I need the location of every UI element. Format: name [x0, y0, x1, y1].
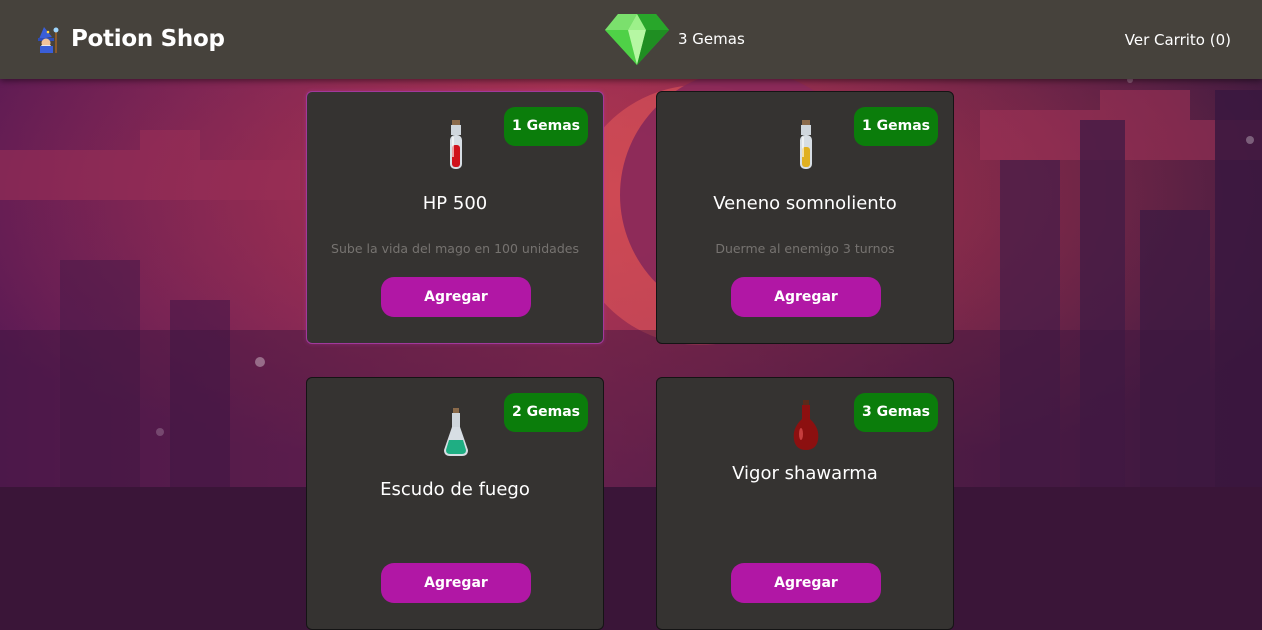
add-to-cart-button[interactable]: Agregar — [731, 277, 881, 317]
product-name: Veneno somnoliento — [713, 193, 897, 214]
price-badge: 2 Gemas — [504, 393, 588, 432]
gems-counter: 3 Gemas — [604, 12, 745, 66]
gem-icon — [605, 14, 669, 65]
product-name: Vigor shawarma — [732, 463, 878, 484]
add-to-cart-button[interactable]: Agregar — [381, 277, 531, 317]
top-navbar: Potion Shop 3 Gemas Ver Carrito (0) — [0, 0, 1262, 79]
product-name: HP 500 — [422, 193, 488, 214]
potion-icon — [450, 120, 462, 169]
product-description: Sube la vida del mago en 100 unidades — [331, 241, 579, 256]
product-card: 3 Gemas Vigor shawarma Agregar — [656, 377, 954, 630]
product-card: 1 Gemas Veneno somnoliento Duerme al ene… — [656, 91, 954, 344]
product-card: 1 Gemas HP 500 Sube la vida del mago en … — [306, 91, 604, 344]
product-card: 2 Gemas Escudo de fuego Agregar — [306, 377, 604, 630]
wizard-icon — [38, 27, 59, 53]
price-badge: 1 Gemas — [854, 107, 938, 146]
potion-icon — [444, 408, 468, 456]
add-to-cart-button[interactable]: Agregar — [381, 563, 531, 603]
brand[interactable]: Potion Shop — [35, 25, 225, 53]
product-name: Escudo de fuego — [380, 479, 530, 500]
view-cart-link[interactable]: Ver Carrito (0) — [1125, 31, 1231, 49]
add-to-cart-button[interactable]: Agregar — [731, 563, 881, 603]
price-badge: 3 Gemas — [854, 393, 938, 432]
potion-icon — [800, 120, 812, 169]
product-description: Duerme al enemigo 3 turnos — [715, 241, 895, 256]
gems-count: 3 Gemas — [678, 30, 745, 48]
brand-title: Potion Shop — [71, 26, 225, 52]
price-badge: 1 Gemas — [504, 107, 588, 146]
potion-icon — [793, 400, 819, 450]
